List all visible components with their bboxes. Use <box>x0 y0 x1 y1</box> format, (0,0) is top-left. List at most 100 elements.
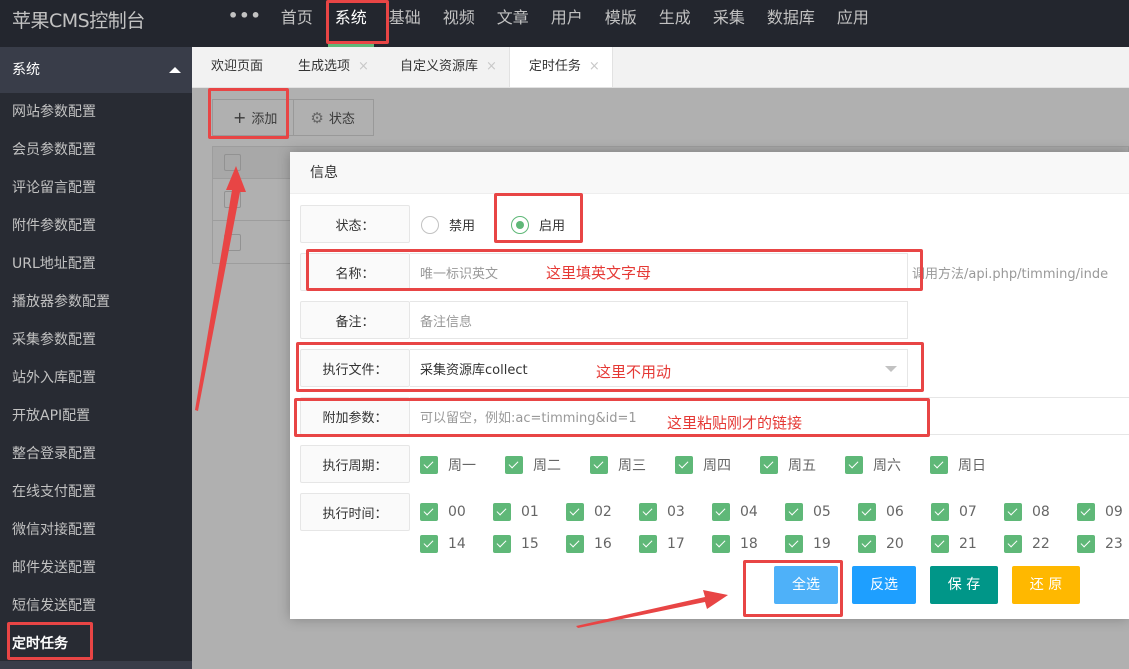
checkbox-checked-icon <box>930 456 948 474</box>
top-nav-user[interactable]: 用户 <box>540 0 594 47</box>
checkbox-checked-icon <box>639 535 657 553</box>
tab-custom-resource[interactable]: 自定义资源库 × <box>381 47 509 87</box>
row-checkbox[interactable] <box>224 191 241 208</box>
top-nav-basic[interactable]: 基础 <box>378 0 432 47</box>
weekday-checkbox[interactable]: 周一 <box>420 455 476 475</box>
checkbox-checked-icon <box>858 535 876 553</box>
top-nav-database[interactable]: 数据库 <box>756 0 826 47</box>
hour-checkbox[interactable]: 22 <box>1004 535 1050 553</box>
weekday-checkbox[interactable]: 周四 <box>675 455 731 475</box>
tab-bar: 欢迎页面 生成选项 × 自定义资源库 × 定时任务 × <box>192 47 1129 88</box>
sidebar-item-sms-config[interactable]: 短信发送配置 <box>0 587 192 625</box>
close-icon[interactable]: × <box>358 47 369 87</box>
sidebar-item-import-config[interactable]: 站外入库配置 <box>0 359 192 397</box>
hour-checkbox[interactable]: 05 <box>785 503 831 521</box>
weekday-checkbox[interactable]: 周日 <box>930 455 986 475</box>
name-label: 名称： <box>300 253 410 291</box>
hour-checkbox[interactable]: 02 <box>566 503 612 521</box>
hour-checkbox[interactable]: 17 <box>639 535 685 553</box>
hour-checkbox[interactable]: 14 <box>420 535 466 553</box>
sidebar-item-api-config[interactable]: 开放API配置 <box>0 397 192 435</box>
checkbox-label: 04 <box>740 504 758 520</box>
weekday-checkbox[interactable]: 周六 <box>845 455 901 475</box>
weekday-checkbox[interactable]: 周三 <box>590 455 646 475</box>
invert-selection-button[interactable]: 反选 <box>852 566 916 604</box>
hour-checkbox[interactable]: 21 <box>931 535 977 553</box>
top-nav-generate[interactable]: 生成 <box>648 0 702 47</box>
hours-row: 执行时间： <box>300 493 410 531</box>
sidebar-item-payment-config[interactable]: 在线支付配置 <box>0 473 192 511</box>
name-input[interactable]: 唯一标识英文 <box>410 253 908 291</box>
hours-label: 执行时间： <box>300 493 410 531</box>
status-button[interactable]: ⚙ 状态 <box>294 99 374 136</box>
hour-checkbox[interactable]: 01 <box>493 503 539 521</box>
weekday-checkbox[interactable]: 周五 <box>760 455 816 475</box>
hour-checkbox[interactable]: 18 <box>712 535 758 553</box>
checkbox-label: 06 <box>886 504 904 520</box>
sidebar-item-collect-config[interactable]: 采集参数配置 <box>0 321 192 359</box>
top-nav-system[interactable]: 系统 <box>324 0 378 47</box>
top-nav-collect[interactable]: 采集 <box>702 0 756 47</box>
remark-input[interactable]: 备注信息 <box>410 301 908 339</box>
extra-params-label: 附加参数： <box>300 397 410 435</box>
top-nav-apps[interactable]: 应用 <box>826 0 880 47</box>
sidebar-item-player-config[interactable]: 播放器参数配置 <box>0 283 192 321</box>
annotation-params-note: 这里粘贴刚才的链接 <box>667 414 803 432</box>
sidebar-item-scheduled-tasks[interactable]: 定时任务 <box>0 625 192 663</box>
hour-checkbox[interactable]: 23 <box>1077 535 1123 553</box>
tab-scheduled-tasks[interactable]: 定时任务 × <box>508 47 613 87</box>
save-button[interactable]: 保 存 <box>930 566 998 604</box>
top-nav-more-icon[interactable]: ••• <box>222 0 270 47</box>
checkbox-label: 09 <box>1105 504 1123 520</box>
weekday-checkbox[interactable]: 周二 <box>505 455 561 475</box>
sidebar-item-attachment-config[interactable]: 附件参数配置 <box>0 207 192 245</box>
top-nav: ••• 首页 系统 基础 视频 文章 用户 模版 生成 采集 数据库 应用 <box>222 0 880 47</box>
sidebar-section-system[interactable]: 系统 <box>0 47 192 93</box>
hour-checkbox[interactable]: 00 <box>420 503 466 521</box>
sidebar-item-login-config[interactable]: 整合登录配置 <box>0 435 192 473</box>
checkbox-checked-icon <box>785 535 803 553</box>
select-all-checkbox[interactable] <box>224 154 241 171</box>
checkbox-label: 23 <box>1105 536 1123 552</box>
top-bar: 苹果CMS控制台 ••• 首页 系统 基础 视频 文章 用户 模版 生成 采集 … <box>0 0 1129 47</box>
reset-button[interactable]: 还 原 <box>1012 566 1080 604</box>
sidebar-item-email-config[interactable]: 邮件发送配置 <box>0 549 192 587</box>
remark-label: 备注： <box>300 301 410 339</box>
checkbox-checked-icon <box>858 503 876 521</box>
sidebar-item-member-config[interactable]: 会员参数配置 <box>0 131 192 169</box>
top-nav-template[interactable]: 模版 <box>594 0 648 47</box>
hour-checkbox[interactable]: 16 <box>566 535 612 553</box>
close-icon[interactable]: × <box>589 47 600 87</box>
sidebar-item-url-config[interactable]: URL地址配置 <box>0 245 192 283</box>
hour-checkbox[interactable]: 20 <box>858 535 904 553</box>
checkbox-label: 19 <box>813 536 831 552</box>
hour-checkbox[interactable]: 03 <box>639 503 685 521</box>
toolbar: + 添加 ⚙ 状态 <box>212 99 374 136</box>
top-nav-home[interactable]: 首页 <box>270 0 324 47</box>
top-nav-video[interactable]: 视频 <box>432 0 486 47</box>
hour-checkbox[interactable]: 15 <box>493 535 539 553</box>
status-radio-disabled[interactable]: 禁用 <box>421 215 475 234</box>
tab-welcome[interactable]: 欢迎页面 <box>192 47 279 87</box>
top-nav-article[interactable]: 文章 <box>486 0 540 47</box>
remark-row: 备注： 备注信息 <box>300 301 908 339</box>
status-radio-enabled[interactable]: 启用 <box>511 215 565 234</box>
hour-checkbox[interactable]: 19 <box>785 535 831 553</box>
checkbox-checked-icon <box>760 456 778 474</box>
dialog-title: 信息 <box>290 152 1129 194</box>
tab-generate-options[interactable]: 生成选项 × <box>279 47 381 87</box>
hour-checkbox[interactable]: 07 <box>931 503 977 521</box>
status-row: 状态： <box>300 205 410 243</box>
sidebar-item-wechat-config[interactable]: 微信对接配置 <box>0 511 192 549</box>
hour-checkbox[interactable]: 06 <box>858 503 904 521</box>
sidebar-item-comment-config[interactable]: 评论留言配置 <box>0 169 192 207</box>
hour-checkbox[interactable]: 04 <box>712 503 758 521</box>
hour-checkbox[interactable]: 09 <box>1077 503 1123 521</box>
row-checkbox[interactable] <box>224 234 241 251</box>
select-all-button[interactable]: 全选 <box>774 566 838 604</box>
hour-checkbox[interactable]: 08 <box>1004 503 1050 521</box>
checkbox-label: 周二 <box>533 458 561 474</box>
close-icon[interactable]: × <box>486 47 497 87</box>
sidebar-item-site-config[interactable]: 网站参数配置 <box>0 93 192 131</box>
add-button[interactable]: + 添加 <box>212 99 295 136</box>
